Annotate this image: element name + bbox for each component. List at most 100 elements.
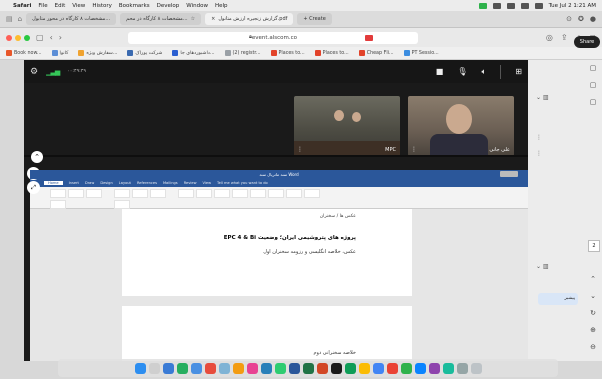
word-tab-design[interactable]: Design bbox=[100, 181, 112, 185]
style-3[interactable] bbox=[214, 189, 230, 198]
safari-dock-icon[interactable] bbox=[162, 362, 174, 374]
document-page-2[interactable]: خلاصه سخنرانی دوم bbox=[122, 306, 412, 361]
slides-icon[interactable] bbox=[358, 362, 370, 374]
style-2[interactable] bbox=[196, 189, 212, 198]
bookmark-8[interactable]: Places to... bbox=[314, 50, 349, 56]
tab-2[interactable]: مشخصات ۸ کارگاه در محم... ☆ bbox=[120, 13, 202, 25]
bookmark-1[interactable]: Book now... bbox=[6, 50, 42, 56]
bookmark-9[interactable]: Cheap Fli... bbox=[358, 50, 394, 56]
bookmark-7[interactable]: Places to... bbox=[270, 50, 305, 56]
menu-app-safari[interactable]: Safari bbox=[13, 3, 31, 9]
podcasts-icon[interactable] bbox=[428, 362, 440, 374]
forward-icon[interactable]: › bbox=[59, 33, 62, 42]
bookmark-6[interactable]: (2) registr... bbox=[224, 50, 261, 56]
notes-icon[interactable]: ▢ bbox=[590, 98, 597, 106]
gear-icon[interactable]: ⚙ bbox=[30, 67, 38, 77]
scroll-up-icon[interactable]: ⌃ bbox=[590, 275, 596, 283]
align-button[interactable] bbox=[150, 189, 166, 198]
word-share-button[interactable] bbox=[500, 171, 518, 177]
word-tab-layout[interactable]: Layout bbox=[119, 181, 131, 185]
mail-icon[interactable] bbox=[190, 362, 202, 374]
camera-status-icon[interactable] bbox=[478, 2, 487, 9]
video-tile-1[interactable]: ⋮ MPC bbox=[294, 96, 400, 156]
numbering-button[interactable] bbox=[132, 189, 148, 198]
more-options-icon[interactable]: ⋮ bbox=[297, 146, 303, 153]
expand-icon[interactable]: ⤢ bbox=[27, 181, 40, 194]
menu-help[interactable]: Help bbox=[215, 3, 228, 9]
refresh-icon[interactable]: ↻ bbox=[590, 309, 596, 317]
word-tab-mailings[interactable]: Mailings bbox=[163, 181, 178, 185]
menu-history[interactable]: History bbox=[92, 3, 112, 9]
menu-develop[interactable]: Develop bbox=[157, 3, 180, 9]
notes-app-icon[interactable] bbox=[232, 362, 244, 374]
share-button[interactable]: Share bbox=[574, 36, 600, 48]
acrobat-icon[interactable] bbox=[386, 362, 398, 374]
extension-icon[interactable]: ✪ bbox=[578, 15, 584, 23]
chat-icon[interactable]: ▢ bbox=[590, 64, 597, 72]
calendar-icon[interactable] bbox=[204, 362, 216, 374]
terminal-icon[interactable] bbox=[330, 362, 342, 374]
bold-button[interactable] bbox=[86, 189, 102, 198]
back-icon[interactable]: ‹ bbox=[50, 33, 53, 42]
word-tell-me[interactable]: Tell me what you want to do bbox=[217, 181, 268, 185]
shield-icon[interactable]: ◎ bbox=[546, 33, 553, 43]
battery-icon[interactable] bbox=[534, 2, 543, 9]
wifi-icon[interactable] bbox=[520, 2, 529, 9]
messages-icon[interactable] bbox=[176, 362, 188, 374]
sidebar-icon[interactable]: ▤ bbox=[6, 15, 13, 23]
share-icon[interactable]: ⇪ bbox=[561, 33, 568, 43]
webex-icon[interactable] bbox=[414, 362, 426, 374]
powerpoint-app-icon[interactable] bbox=[316, 362, 328, 374]
style-6[interactable] bbox=[268, 189, 284, 198]
chat-preview[interactable]: پیشبر bbox=[538, 293, 578, 305]
home-icon[interactable]: ⌂ bbox=[18, 15, 22, 23]
style-4[interactable] bbox=[232, 189, 248, 198]
collapse-icon[interactable]: ⌃ bbox=[31, 151, 43, 163]
finder-icon[interactable] bbox=[134, 362, 146, 374]
bookmark-10[interactable]: PT Sessio... bbox=[403, 50, 439, 56]
launchpad-icon[interactable] bbox=[148, 362, 160, 374]
zoom-in-icon[interactable]: ⊕ bbox=[590, 326, 596, 334]
chevron-down-icon[interactable]: ⌄ ▥ bbox=[536, 263, 549, 270]
style-5[interactable] bbox=[250, 189, 266, 198]
word-tab-references[interactable]: References bbox=[137, 181, 157, 185]
style-7[interactable] bbox=[286, 189, 302, 198]
maps-icon[interactable] bbox=[442, 362, 454, 374]
minimize-window-button[interactable] bbox=[15, 34, 21, 41]
close-tab-icon[interactable]: × bbox=[211, 16, 215, 22]
menu-file[interactable]: File bbox=[38, 3, 47, 9]
bookmark-5[interactable]: داشبوردهای جا... bbox=[172, 50, 215, 56]
settings-icon[interactable] bbox=[456, 362, 468, 374]
microphone-icon[interactable]: 🎙︎ bbox=[457, 67, 467, 76]
tab-4[interactable]: + Create bbox=[297, 13, 332, 25]
tab-3[interactable]: × گزارش زنجیره ارزش متانول.pdf bbox=[205, 13, 294, 25]
zoom-out-icon[interactable]: ⊖ bbox=[590, 343, 596, 351]
menu-view[interactable]: View bbox=[72, 3, 85, 9]
word-tab-draw[interactable]: Draw bbox=[85, 181, 94, 185]
word-tab-home[interactable]: Home bbox=[44, 181, 63, 185]
camera-icon[interactable]: ■ bbox=[436, 67, 444, 76]
document-page-1[interactable]: عکس ها / سخنران پروژه های پتروشیمی ایران… bbox=[122, 209, 412, 296]
trash-icon[interactable] bbox=[470, 362, 482, 374]
facetime-icon[interactable] bbox=[400, 362, 412, 374]
zoom-window-button[interactable] bbox=[24, 34, 30, 41]
whatsapp-icon[interactable] bbox=[274, 362, 286, 374]
video-tile-2[interactable]: ⋮ علی جانی bbox=[408, 96, 514, 156]
bullets-button[interactable] bbox=[114, 189, 130, 198]
scroll-down-icon[interactable]: ⌄ bbox=[590, 292, 596, 300]
font-family-select[interactable] bbox=[50, 189, 66, 198]
music-icon[interactable] bbox=[246, 362, 258, 374]
layout-grid-icon[interactable]: ⊞ bbox=[515, 67, 522, 76]
more-options-icon[interactable]: ⋮ bbox=[536, 150, 542, 157]
menu-bookmarks[interactable]: Bookmarks bbox=[119, 3, 150, 9]
profile-icon[interactable]: ● bbox=[590, 15, 596, 23]
more-options-icon[interactable]: ⋮ bbox=[536, 134, 542, 141]
italic-button[interactable] bbox=[50, 200, 66, 209]
clock[interactable]: Tue Jul 2 1:21 AM bbox=[549, 3, 596, 9]
speaker-icon[interactable]: 🔈︎ bbox=[481, 67, 486, 77]
word-tab-view[interactable]: View bbox=[203, 181, 212, 185]
font-size-select[interactable] bbox=[68, 189, 84, 198]
star-icon[interactable]: ☆ bbox=[191, 16, 195, 22]
sheets-icon[interactable] bbox=[344, 362, 356, 374]
bookmark-3[interactable]: سفارش ویژه... bbox=[78, 50, 117, 56]
